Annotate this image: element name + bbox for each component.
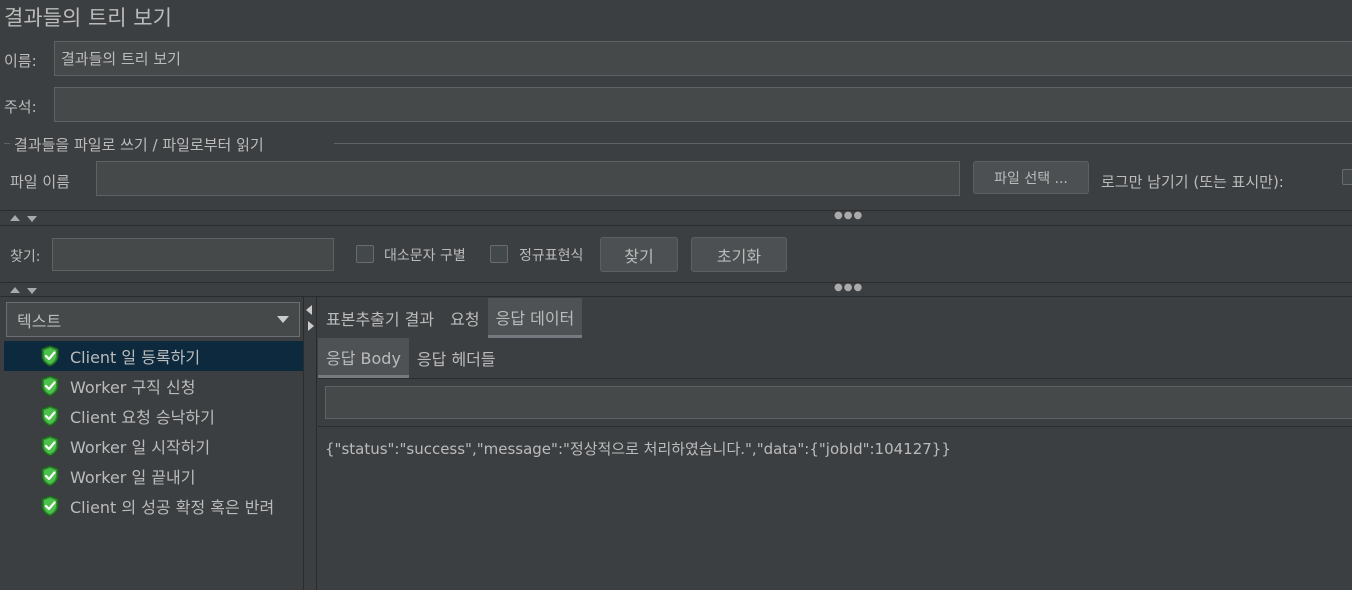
tree-item-label: Client 의 성공 확정 혹은 반려: [70, 498, 275, 517]
tree-item-label: Client 요청 승낙하기: [70, 408, 215, 427]
chevron-down-icon: [277, 316, 289, 323]
tree-item[interactable]: Worker 일 끝내기: [4, 461, 303, 491]
tab-response-data[interactable]: 응답 데이터: [487, 298, 583, 338]
comment-field[interactable]: [54, 87, 1352, 122]
comment-label: 주석:: [4, 98, 37, 116]
success-shield-icon: [41, 405, 59, 427]
response-search-field[interactable]: [325, 386, 1352, 419]
splitter2-down-arrow-icon[interactable]: [27, 288, 37, 294]
main-tabs: 표본추출기 결과 요청 응답 데이터: [318, 298, 583, 338]
splitter2-top-line: [0, 282, 1352, 283]
success-shield-icon: [41, 465, 59, 487]
splitter2-bottom-line: [0, 296, 1352, 297]
tree-item-label: Worker 일 끝내기: [70, 468, 196, 487]
search-label: 찾기:: [10, 249, 41, 265]
response-divider: [318, 426, 1352, 427]
case-sensitive-label: 대소문자 구별: [384, 248, 466, 264]
vertical-splitter[interactable]: [303, 297, 317, 590]
window-title: 결과들의 트리 보기: [4, 6, 172, 30]
expand-right-arrow-icon[interactable]: [308, 321, 314, 331]
filename-label: 파일 이름: [10, 173, 70, 191]
success-shield-icon: [41, 435, 59, 457]
search-input[interactable]: [52, 238, 334, 271]
case-sensitive-checkbox[interactable]: [356, 245, 374, 263]
group-border-right: [334, 143, 1352, 144]
tree-item-label: Client 일 등록하기: [70, 348, 201, 367]
response-body-text[interactable]: {"status":"success","message":"정상적으로 처리하…: [325, 438, 951, 459]
sub-tabs: 응답 Body 응답 헤더들: [318, 338, 504, 378]
tabs-divider: [318, 378, 1352, 379]
regex-label: 정규표현식: [519, 248, 584, 264]
tab-response-body[interactable]: 응답 Body: [318, 338, 409, 378]
renderer-selected-value: 텍스트: [17, 311, 62, 331]
log-only-label: 로그만 남기기 (또는 표시만):: [1101, 173, 1284, 191]
tree-item[interactable]: Client 요청 승낙하기: [4, 401, 303, 431]
find-button[interactable]: 찾기: [600, 237, 678, 272]
tree-item[interactable]: Worker 구직 신청: [4, 371, 303, 401]
tab-response-headers[interactable]: 응답 헤더들: [409, 338, 504, 378]
tree-item[interactable]: Worker 일 시작하기: [4, 431, 303, 461]
splitter2-up-arrow-icon[interactable]: [10, 287, 20, 293]
success-shield-icon: [41, 495, 59, 517]
collapse-left-arrow-icon[interactable]: [306, 305, 312, 315]
splitter-handle-icon[interactable]: ●●●: [834, 210, 863, 221]
tab-sampler-result[interactable]: 표본추출기 결과: [318, 298, 442, 338]
tree-item-label: Worker 일 시작하기: [70, 438, 211, 457]
success-shield-icon: [41, 375, 59, 397]
splitter2-handle-icon[interactable]: ●●●: [834, 282, 863, 293]
tree-item[interactable]: Client 의 성공 확정 혹은 반려: [4, 491, 303, 521]
tree-item-label: Worker 구직 신청: [70, 378, 196, 397]
file-group-title: 결과들을 파일로 쓰기 / 파일로부터 읽기: [14, 136, 264, 154]
splitter-up-arrow-icon[interactable]: [10, 215, 20, 221]
splitter-top-line: [0, 210, 1352, 211]
name-field[interactable]: [54, 41, 1352, 76]
success-shield-icon: [41, 345, 59, 367]
regex-checkbox[interactable]: [490, 245, 508, 263]
renderer-dropdown[interactable]: 텍스트: [6, 302, 300, 337]
tab-request[interactable]: 요청: [442, 298, 487, 338]
browse-file-button[interactable]: 파일 선택 ...: [973, 161, 1089, 194]
reset-button[interactable]: 초기화: [691, 237, 787, 272]
name-label: 이름:: [4, 52, 37, 70]
log-only-checkbox[interactable]: [1342, 169, 1352, 185]
tree-item[interactable]: Client 일 등록하기: [4, 341, 303, 371]
filename-field[interactable]: [96, 161, 960, 196]
result-tree: Client 일 등록하기 Worker 구직 신청 Client 요청 승낙하기 W…: [4, 341, 303, 521]
splitter-bottom-line: [0, 225, 1352, 226]
group-border-left: [4, 143, 10, 144]
splitter-down-arrow-icon[interactable]: [27, 216, 37, 222]
